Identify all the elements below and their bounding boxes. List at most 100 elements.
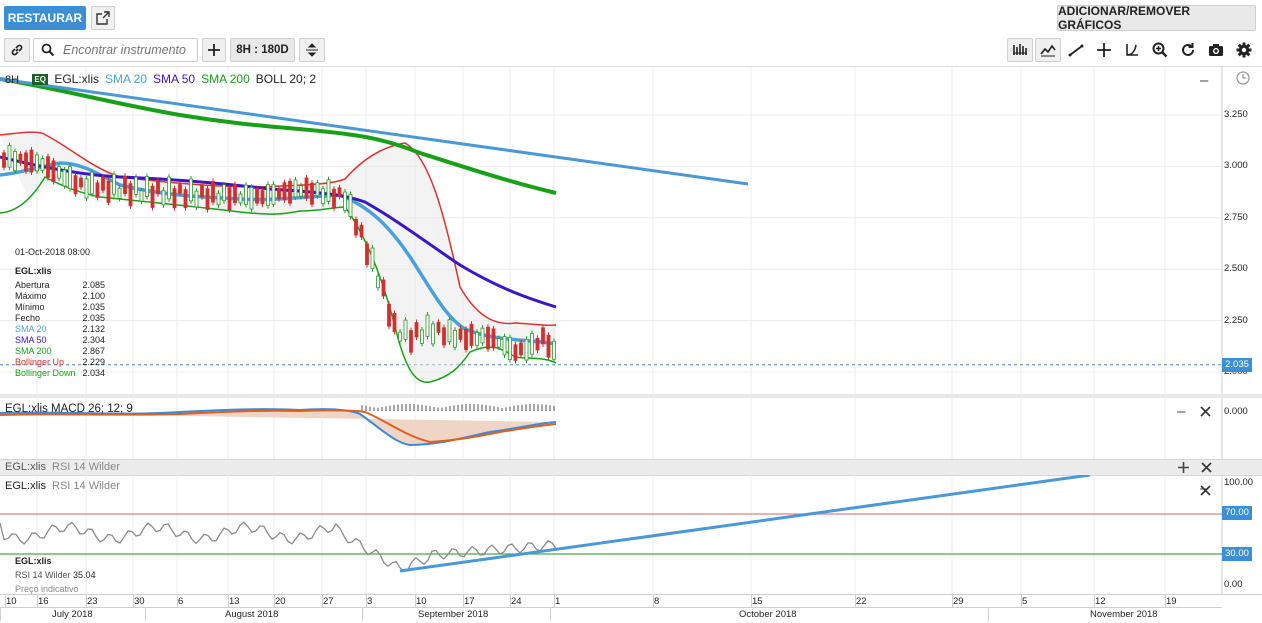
zoom-button[interactable] (1147, 38, 1173, 62)
candle-body (128, 183, 133, 207)
day-label: 8 (654, 596, 660, 607)
candle-body (442, 327, 446, 346)
candle-body (123, 176, 127, 194)
rsi-tooltip-symbol: EGL:xlis (15, 556, 52, 566)
clock-button[interactable] (1236, 71, 1250, 90)
candle-body (332, 188, 336, 209)
rsi-tooltip-row: RSI 14 Wilder 35.04 (15, 570, 125, 581)
candle-body (552, 340, 556, 360)
legend-items: EGL:xlis SMA 20 SMA 50 SMA 200 BOLL 20; 2 (54, 72, 322, 86)
tooltip-row: SMA 20 2.132 (15, 324, 105, 335)
add-remove-charts-button[interactable]: ADICIONAR/REMOVER GRÁFICOS (1057, 4, 1256, 32)
link-button[interactable] (4, 38, 30, 62)
candle-body (13, 151, 17, 172)
day-label: 12 (1095, 596, 1106, 607)
period-selector[interactable]: 8H : 180D (230, 38, 295, 62)
tooltip-value: 2.867 (82, 346, 105, 356)
tooltip-symbol: EGL:xlis (15, 266, 52, 276)
tooltip-value: 2.100 (82, 291, 105, 301)
candle-body (282, 182, 287, 201)
line-chart-icon (1040, 44, 1056, 57)
candle-body (40, 158, 45, 171)
tooltip-value: 2.085 (82, 280, 105, 290)
day-label: 10 (6, 596, 17, 607)
refresh-button[interactable] (1175, 38, 1201, 62)
day-label: 19 (1166, 596, 1177, 607)
candle-body (546, 334, 551, 358)
day-label: 29 (953, 596, 964, 607)
add-instrument-button[interactable] (202, 38, 226, 62)
tooltip-value: 2.304 (82, 335, 105, 345)
close-macd-button[interactable] (1200, 404, 1211, 422)
candle-body (51, 160, 56, 182)
close-rsi-button[interactable] (1200, 483, 1211, 501)
candle-body (502, 336, 507, 356)
day-label: 30 (134, 596, 145, 607)
candle-body (266, 184, 270, 207)
rsi-lower-badge: 30.00 (1222, 547, 1252, 561)
minimize-macd-button[interactable]: – (1177, 403, 1185, 420)
link-icon (11, 44, 23, 56)
candle-body (365, 243, 369, 266)
rsi-title: EGL:xlis RSI 14 Wilder (5, 480, 120, 492)
refresh-icon (1182, 43, 1194, 56)
fibonacci-tool[interactable] (1119, 38, 1145, 62)
candle-body (238, 193, 243, 204)
rsi-series (0, 475, 1223, 594)
day-label: 22 (856, 596, 867, 607)
candle-body (172, 188, 177, 209)
rsi-chart (0, 475, 1223, 594)
candle-body (354, 218, 358, 236)
price-tick-label: 2.500 (1224, 263, 1248, 275)
tooltip-row: Bollinger Up 2.229 (15, 357, 105, 368)
chart-type-button[interactable] (1007, 38, 1033, 62)
candle-body (409, 330, 413, 353)
day-label: 10 (416, 596, 427, 607)
candle-body (414, 322, 419, 338)
close-icon (1200, 485, 1211, 496)
popout-button[interactable] (91, 6, 115, 30)
close-icon (1200, 406, 1211, 417)
candle-body (524, 338, 529, 361)
day-label: 24 (511, 596, 522, 607)
day-label: 6 (178, 596, 184, 607)
studies-button[interactable] (1035, 38, 1061, 62)
tooltip-rows: Abertura 2.085 Máximo 2.100 Mínimo 2.035 Fecho… (15, 280, 105, 379)
crosshair-tool[interactable] (1091, 38, 1117, 62)
candle-body (62, 169, 67, 187)
candle-body (431, 323, 435, 345)
month-label: October 2018 (739, 609, 797, 620)
candle-body (216, 192, 221, 206)
candle-body (337, 187, 342, 197)
candle-body (2, 152, 6, 168)
candle-body (189, 178, 193, 202)
restore-button[interactable]: RESTAURAR (4, 6, 86, 30)
day-label: 23 (87, 596, 98, 607)
rsi-collapsed-study: RSI 14 Wilder (52, 461, 120, 473)
candle-body (68, 166, 72, 190)
legend-item: SMA 20 (105, 72, 148, 86)
candle-body (205, 188, 210, 210)
candle-body (513, 344, 518, 361)
candle-body (293, 179, 298, 198)
tooltip-row: Máximo 2.100 (15, 291, 105, 302)
rsi-collapsed-header[interactable] (0, 459, 1262, 476)
minimize-main-button[interactable]: – (1200, 72, 1208, 89)
candle-body (222, 184, 226, 202)
candle-body (392, 313, 397, 332)
candle-body (145, 176, 149, 197)
rsi-trendline (399, 475, 1091, 573)
snapshot-button[interactable] (1203, 38, 1229, 62)
candle-body (480, 327, 485, 344)
instrument-search[interactable] (33, 38, 198, 62)
candle-body (277, 188, 281, 200)
candle-body (541, 327, 545, 345)
trendline-tool[interactable] (1063, 38, 1089, 62)
tooltip-label: SMA 50 (15, 335, 47, 345)
search-input[interactable] (61, 42, 195, 58)
settings-button[interactable] (1231, 38, 1257, 62)
month-tick (988, 607, 989, 621)
legend-item: BOLL 20; 2 (255, 72, 317, 86)
resize-button[interactable] (299, 38, 325, 62)
month-tick (0, 607, 1, 621)
